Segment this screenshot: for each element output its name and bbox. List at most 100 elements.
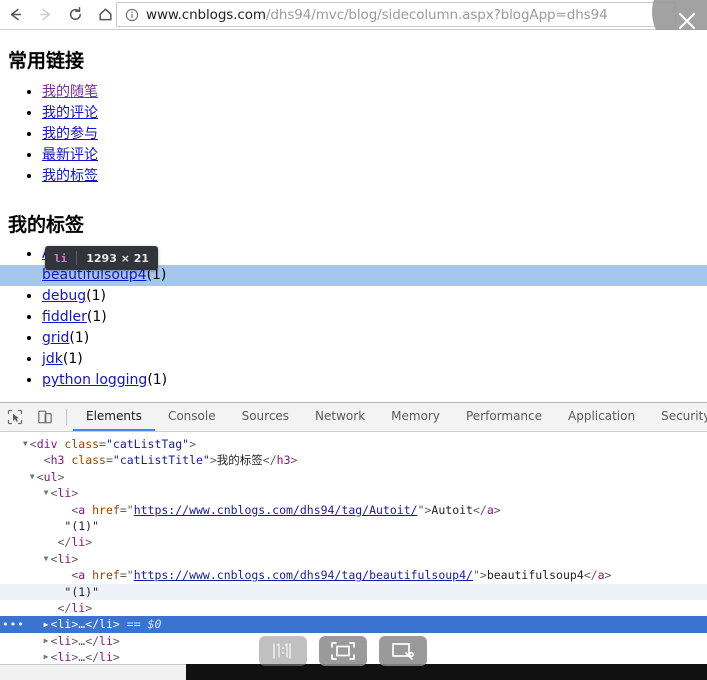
info-circle-icon[interactable]	[125, 8, 139, 22]
dom-token-text: beautifulsoup4	[486, 568, 584, 583]
tag-link-2[interactable]: debug	[42, 288, 86, 304]
dom-token-tag: ul	[43, 469, 58, 484]
dom-token-punct: >	[112, 650, 120, 665]
expand-toggle-down[interactable]: ▼	[42, 551, 51, 567]
expand-toggle-down[interactable]: ▼	[28, 469, 37, 485]
reload-button[interactable]	[60, 0, 90, 29]
taskbar-dark-area	[186, 664, 707, 680]
tag-link-5[interactable]: jdk	[42, 351, 63, 367]
tab-application[interactable]: Application	[555, 403, 648, 431]
dom-token-tag: h3	[50, 453, 65, 468]
toolbar-divider	[66, 409, 67, 425]
dom-token-punct: =	[99, 437, 106, 451]
tab-console[interactable]: Console	[155, 403, 229, 431]
list-item: 我的标签	[42, 166, 98, 187]
dom-token-punct: <	[36, 469, 44, 484]
dom-tree-row[interactable]: ▼ <li>	[0, 551, 707, 567]
tab-security[interactable]: Security	[648, 403, 707, 431]
tag-link-6[interactable]: python logging	[42, 372, 147, 388]
row-indent	[0, 485, 42, 501]
expand-toggle-right[interactable]: ▶	[42, 633, 51, 649]
dom-token-tag: li	[71, 535, 86, 550]
dom-token-link[interactable]: https://www.cnblogs.com/dhs94/tag/beauti…	[134, 568, 473, 582]
forward-arrow-icon	[39, 8, 50, 21]
tab-elements[interactable]: Elements	[73, 403, 155, 431]
tab-network[interactable]: Network	[302, 403, 378, 431]
dom-token-punct: >	[57, 469, 65, 484]
page-heading-my-tags: 我的标签	[8, 214, 85, 236]
one-to-one-zoom-button[interactable]	[259, 636, 307, 666]
row-indent	[0, 567, 62, 583]
screen-root: www.cnblogs.com/dhs94/mvc/blog/sidecolum…	[0, 0, 707, 680]
address-bar-url: www.cnblogs.com/dhs94/mvc/blog/sidecolum…	[146, 7, 608, 23]
common-link-4[interactable]: 我的标签	[42, 168, 98, 184]
dom-token-punct: >	[493, 502, 501, 517]
row-indent	[0, 633, 42, 649]
dom-token-punct: >	[71, 486, 79, 501]
inspect-element-button[interactable]	[0, 403, 30, 431]
dom-token-punct: <	[29, 437, 37, 451]
dom-tree-row[interactable]: ••• ▶ <li>…</li> == $0	[0, 616, 707, 633]
row-indent	[0, 518, 55, 534]
devtools-toolbar: Elements Console Sources Network Memory Perfo…	[0, 403, 707, 432]
back-arrow-icon	[10, 8, 21, 21]
row-indent	[0, 584, 55, 600]
dom-tree-row[interactable]: <a href="https://www.cnblogs.com/dhs94/t…	[0, 567, 707, 583]
dom-tree-row[interactable]: <h3 class="catListTitle">我的标签</h3>	[0, 452, 707, 468]
tag-list-item: debug(1)	[42, 286, 167, 307]
fit-to-screen-button[interactable]	[319, 636, 367, 666]
row-indent	[0, 551, 42, 567]
tag-count: (1)	[62, 351, 83, 367]
dom-tree-row[interactable]: "(1)"	[0, 583, 707, 600]
dom-token-punct: =	[105, 453, 113, 468]
tag-link-4[interactable]: grid	[42, 330, 69, 346]
dom-tree-row[interactable]: </li>	[0, 534, 707, 550]
dom-tree-row[interactable]: "(1)"	[0, 518, 707, 534]
dom-token-tag: a	[597, 568, 605, 583]
device-toolbar-button[interactable]	[30, 403, 60, 431]
inspect-element-icon	[7, 409, 23, 425]
tag-list-item: fiddler(1)	[42, 307, 167, 328]
url-path: /dhs94/mvc/blog/sidecolumn.aspx?blogApp=…	[265, 6, 608, 23]
list-item: 我的参与	[42, 124, 98, 145]
expand-toggle-right[interactable]: ▶	[42, 617, 51, 633]
expand-toggle-down[interactable]: ▼	[21, 436, 30, 452]
dom-tree-row[interactable]: ▼ <li>	[0, 485, 707, 501]
snapshot-region-button[interactable]	[379, 636, 427, 666]
forward-button	[30, 0, 60, 29]
dom-token-punct: </	[57, 600, 72, 615]
common-link-2[interactable]: 我的参与	[42, 126, 98, 142]
page-heading-common-links: 常用链接	[8, 50, 85, 72]
dom-token-punct: >	[209, 453, 217, 468]
dom-token-link[interactable]: https://www.cnblogs.com/dhs94/tag/Autoit…	[134, 503, 418, 517]
dom-tree-row[interactable]: </li>	[0, 600, 707, 616]
dom-tree-row[interactable]: ▼ <ul>	[0, 469, 707, 485]
common-link-3[interactable]: 最新评论	[42, 147, 98, 163]
page-viewport: 常用链接 我的随笔我的评论我的参与最新评论我的标签 我的标签 Autoit(1)…	[0, 30, 707, 402]
tab-performance[interactable]: Performance	[453, 403, 555, 431]
dom-token-attr: class	[57, 437, 100, 451]
back-button[interactable]	[0, 0, 30, 29]
dom-token-tag: a	[486, 502, 494, 517]
dom-token-punct: </	[583, 568, 598, 583]
tag-link-3[interactable]: fiddler	[42, 309, 87, 325]
row-indent	[0, 502, 62, 518]
common-links-list: 我的随笔我的评论我的参与最新评论我的标签	[0, 82, 98, 187]
address-bar[interactable]: www.cnblogs.com/dhs94/mvc/blog/sidecolum…	[116, 2, 676, 27]
tab-sources[interactable]: Sources	[229, 403, 302, 431]
dom-token-tag: li	[57, 633, 72, 648]
tag-count: (1)	[86, 309, 107, 325]
tab-memory[interactable]: Memory	[378, 403, 453, 431]
row-indent	[0, 600, 48, 616]
common-link-1[interactable]: 我的评论	[42, 105, 98, 121]
dom-token-punct: >…</	[71, 617, 100, 632]
dom-tree-row[interactable]: <a href="https://www.cnblogs.com/dhs94/t…	[0, 502, 707, 518]
dom-token-punct: >	[604, 568, 612, 583]
dom-token-punct: </	[262, 453, 277, 468]
dom-token-punct: </	[57, 535, 72, 550]
dom-token-punct: "	[126, 502, 134, 517]
common-link-0[interactable]: 我的随笔	[42, 84, 98, 100]
expand-toggle-down[interactable]: ▼	[42, 485, 51, 501]
dom-tree-row[interactable]: ▼ <div class="catListTag">	[0, 436, 707, 452]
dom-token-tag: li	[99, 617, 113, 632]
